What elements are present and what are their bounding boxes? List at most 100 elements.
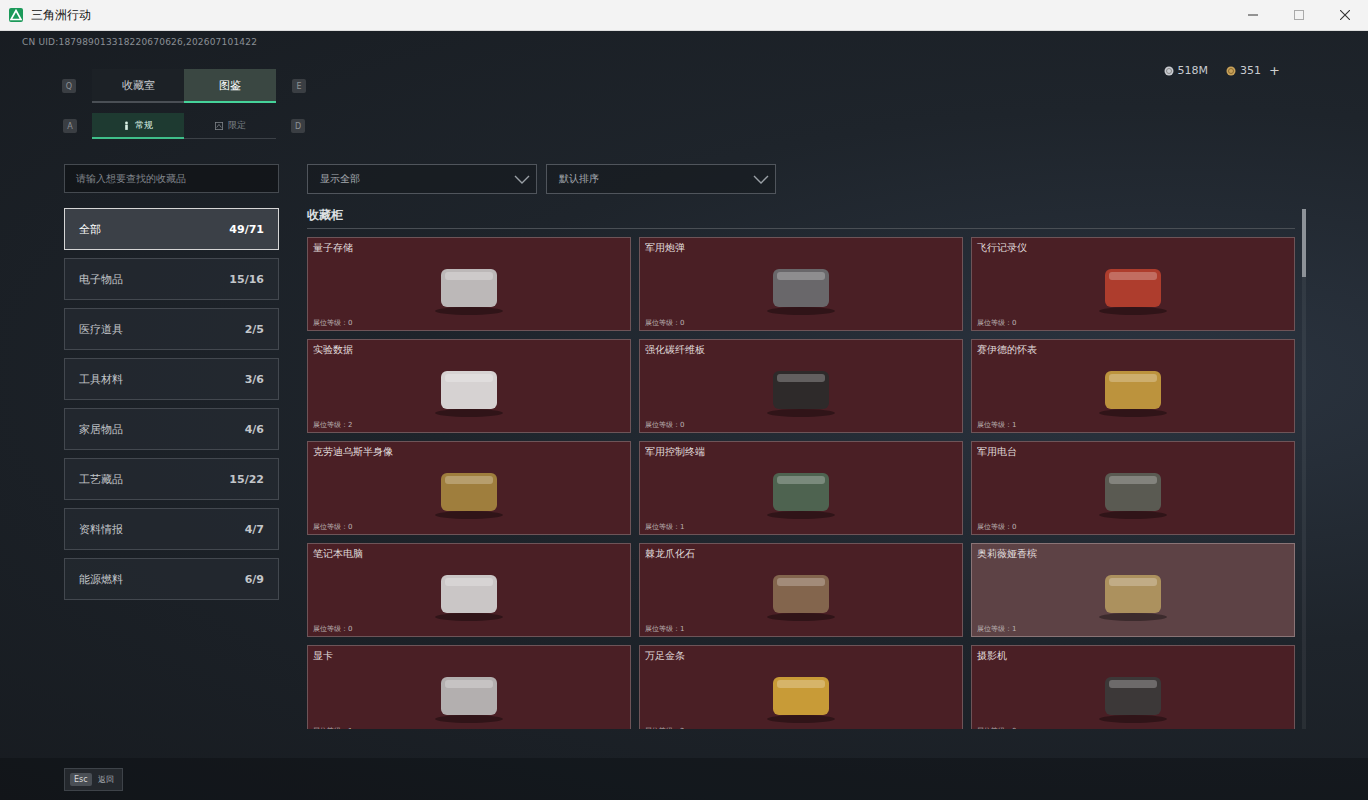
category-count: 15/22 [229,473,264,486]
item-name: 万足金条 [640,646,962,663]
collection-card[interactable]: 实验数据 展位等级：2 [307,339,631,433]
category-count: 4/6 [245,423,264,436]
category-item[interactable]: 医疗道具 2/5 [64,308,279,350]
category-item[interactable]: 工具材料 3/6 [64,358,279,400]
category-label: 工具材料 [79,372,123,387]
booth-level: 展位等级：1 [308,726,630,729]
item-name: 实验数据 [308,340,630,357]
category-count: 6/9 [245,573,264,586]
collection-card[interactable]: 赛伊德的怀表 展位等级：1 [971,339,1295,433]
close-icon [1340,10,1350,20]
item-picture-icon [751,563,851,623]
category-item[interactable]: 能源燃料 6/9 [64,558,279,600]
uid-label: CN UID:187989013318220670626,20260710142… [0,31,1368,49]
collection-card[interactable]: 量子存储 展位等级：0 [307,237,631,331]
collection-card[interactable]: 棘龙爪化石 展位等级：1 [639,543,963,637]
maximize-icon [1294,10,1304,20]
category-item[interactable]: 全部 49/71 [64,208,279,250]
category-sidebar: 请输入想要查找的收藏品 全部 49/71 电子物品 15/16 医疗道具 2/5 工具… [64,164,279,729]
item-picture-icon [751,461,851,521]
booth-level: 展位等级：1 [972,624,1294,636]
collection-card[interactable]: 笔记本电脑 展位等级：0 [307,543,631,637]
collection-card[interactable]: 奥莉薇娅香槟 展位等级：1 [971,543,1295,637]
category-count: 3/6 [245,373,264,386]
item-name: 军用电台 [972,442,1294,459]
delta-logo-icon [9,8,23,22]
collection-card[interactable]: 摄影机 展位等级：0 [971,645,1295,729]
chevron-down-icon [514,175,530,184]
figure-icon [123,121,130,130]
back-button[interactable]: Esc 返回 [64,768,123,791]
collection-card[interactable]: 克劳迪乌斯半身像 展位等级：0 [307,441,631,535]
item-picture-icon [1083,461,1183,521]
item-picture-icon [419,665,519,725]
category-label: 家居物品 [79,422,123,437]
item-picture-icon [419,359,519,419]
category-item[interactable]: 资料情报 4/7 [64,508,279,550]
item-name: 军用控制终端 [640,442,962,459]
collection-card[interactable]: 军用控制终端 展位等级：1 [639,441,963,535]
filter-dropdown[interactable]: 默认排序 [546,164,776,194]
main-tab[interactable]: 收藏室 [92,69,184,103]
item-picture-icon [1083,257,1183,317]
collection-card[interactable]: 万足金条 展位等级：2 [639,645,963,729]
item-grid: 量子存储 展位等级：0军用炮弹 展位等级：0飞行记录仪 展位等级：0实验数据 展… [307,237,1295,729]
item-name: 笔记本电脑 [308,544,630,561]
category-item[interactable]: 家居物品 4/6 [64,408,279,450]
booth-level: 展位等级：1 [640,624,962,636]
booth-level: 展位等级：0 [308,522,630,534]
main-tabs: 收藏室图鉴 [92,69,276,103]
category-label: 资料情报 [79,522,123,537]
scrollbar[interactable] [1302,209,1306,729]
booth-level: 展位等级：0 [972,726,1294,729]
scroll-thumb[interactable] [1302,209,1306,277]
booth-level: 展位等级：2 [640,726,962,729]
item-name: 飞行记录仪 [972,238,1294,255]
maximize-button[interactable] [1276,0,1322,30]
section-title: 收藏柜 [307,207,1295,229]
category-item[interactable]: 电子物品 15/16 [64,258,279,300]
item-picture-icon [751,359,851,419]
category-label: 能源燃料 [79,572,123,587]
collection-card[interactable]: 强化碳纤维板 展位等级：0 [639,339,963,433]
filter-dropdown[interactable]: 显示全部 [307,164,537,194]
collection-card[interactable]: 显卡 展位等级：1 [307,645,631,729]
booth-level: 展位等级：0 [308,624,630,636]
prev-tab-key: Q [62,79,76,93]
coin-icon [1164,66,1174,76]
booth-level: 展位等级：0 [640,318,962,330]
category-count: 49/71 [229,223,264,236]
collection-card[interactable]: 军用电台 展位等级：0 [971,441,1295,535]
title-bar: 三角洲行动 [0,0,1368,31]
item-picture-icon [1083,665,1183,725]
coin-icon [1226,66,1236,76]
close-button[interactable] [1322,0,1368,30]
category-label: 医疗道具 [79,322,123,337]
box-icon [215,122,223,130]
item-name: 强化碳纤维板 [640,340,962,357]
minimize-button[interactable] [1230,0,1276,30]
booth-level: 展位等级：1 [640,522,962,534]
item-picture-icon [419,563,519,623]
booth-level: 展位等级：0 [972,522,1294,534]
window-title: 三角洲行动 [31,7,91,24]
item-name: 军用炮弹 [640,238,962,255]
main-tab[interactable]: 图鉴 [184,69,276,103]
booth-level: 展位等级：0 [640,420,962,432]
add-currency-button[interactable]: + [1265,63,1280,78]
item-name: 量子存储 [308,238,630,255]
category-item[interactable]: 工艺藏品 15/22 [64,458,279,500]
category-label: 电子物品 [79,272,123,287]
item-name: 摄影机 [972,646,1294,663]
item-picture-icon [751,665,851,725]
item-name: 棘龙爪化石 [640,544,962,561]
next-subtab-key: D [291,119,305,133]
sub-tab[interactable]: 常规 [92,113,184,139]
esc-key: Esc [70,773,92,786]
search-field[interactable]: 请输入想要查找的收藏品 [64,164,279,193]
collection-card[interactable]: 军用炮弹 展位等级：0 [639,237,963,331]
item-picture-icon [1083,359,1183,419]
sub-tab[interactable]: 限定 [184,113,276,139]
collection-card[interactable]: 飞行记录仪 展位等级：0 [971,237,1295,331]
booth-level: 展位等级：0 [308,318,630,330]
